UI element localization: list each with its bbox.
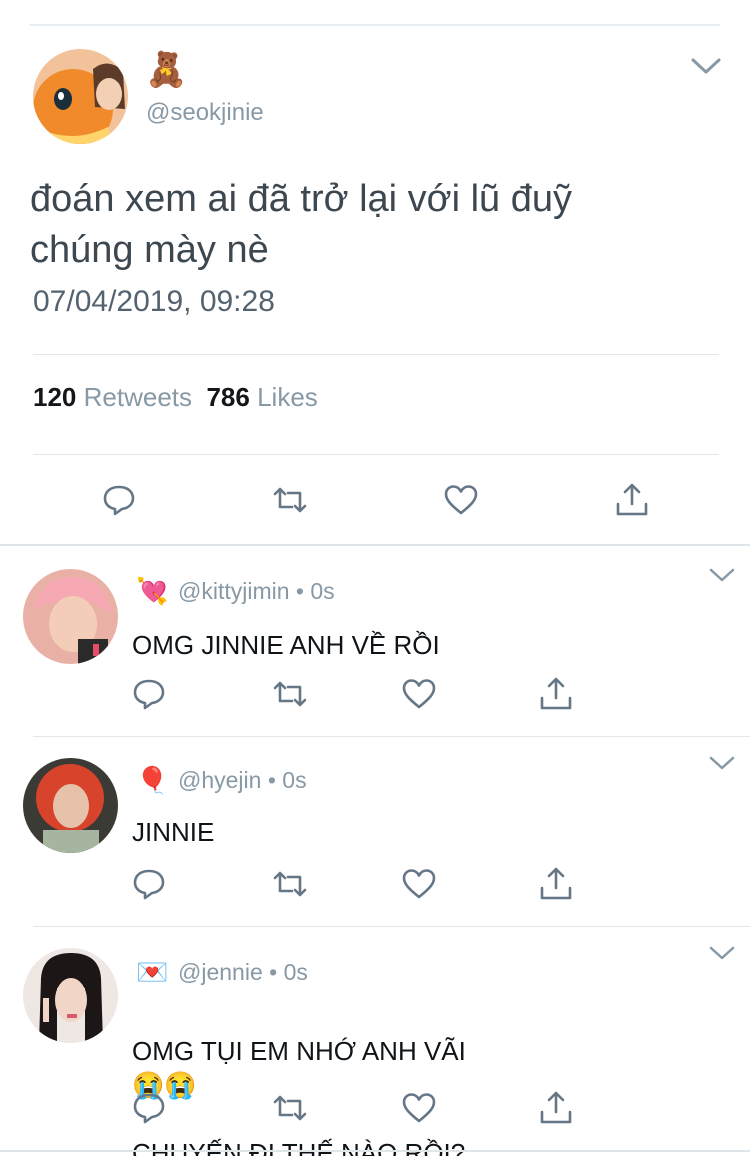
username-handle[interactable]: @kittyjimin <box>178 578 290 605</box>
chevron-down-icon[interactable] <box>690 55 722 77</box>
reply-text-line: CHUYẾN ĐI THẾ NÀO RỒI? <box>132 1138 466 1156</box>
chevron-down-icon[interactable] <box>708 566 736 584</box>
divider <box>33 926 750 927</box>
reply-icon[interactable] <box>131 1090 167 1126</box>
like-icon[interactable] <box>401 866 437 902</box>
tweet-timestamp: 07/04/2019, 09:28 <box>33 285 275 318</box>
like-count[interactable]: 786 <box>206 382 249 412</box>
section-divider <box>0 544 750 546</box>
reply-time: 0s <box>310 577 335 604</box>
reply-meta: 💘 @kittyjimin • 0s <box>136 576 335 606</box>
bottom-divider <box>0 1150 750 1152</box>
reply-icon[interactable] <box>101 482 137 518</box>
like-icon[interactable] <box>401 676 437 712</box>
username-handle[interactable]: @seokjinie <box>146 99 264 127</box>
like-icon[interactable] <box>443 482 479 518</box>
display-name-emoji: 🧸 <box>145 51 188 89</box>
avatar[interactable] <box>23 758 118 853</box>
reply-text-line: OMG TỤI EM NHỚ ANH VÃI <box>132 1036 466 1066</box>
reply-time: 0s <box>283 958 308 985</box>
tweet-stats: 120 Retweets 786 Likes <box>33 382 318 413</box>
separator: • <box>295 577 304 604</box>
retweet-icon[interactable] <box>272 676 308 712</box>
reply-emoji: 💌 <box>136 957 169 987</box>
reply-text: JINNIE <box>132 817 215 847</box>
separator: • <box>267 766 276 793</box>
divider <box>33 736 750 737</box>
like-label[interactable]: Likes <box>257 382 318 412</box>
tweet-text: đoán xem ai đã trở lại với lũ đuỹ chúng … <box>30 178 572 271</box>
reply-text: OMG JINNIE ANH VỀ RỒI <box>132 630 440 660</box>
share-icon[interactable] <box>538 866 574 902</box>
avatar[interactable] <box>23 569 118 664</box>
chevron-down-icon[interactable] <box>708 754 736 772</box>
share-icon[interactable] <box>538 1090 574 1126</box>
share-icon[interactable] <box>538 676 574 712</box>
reply-meta: 💌 @jennie • 0s <box>136 957 308 987</box>
username-handle[interactable]: @jennie <box>178 959 263 986</box>
retweet-icon[interactable] <box>272 1090 308 1126</box>
retweet-count[interactable]: 120 <box>33 382 76 412</box>
reply-emoji: 🎈 <box>136 765 169 795</box>
share-icon[interactable] <box>614 482 650 518</box>
reply-text: OMG TỤI EM NHỚ ANH VÃI 😭😭 CHUYẾN ĐI THẾ … <box>132 1000 692 1156</box>
username-handle[interactable]: @hyejin <box>178 767 261 794</box>
reply-meta: 🎈 @hyejin • 0s <box>136 765 307 795</box>
reply-emoji: 💘 <box>136 576 169 606</box>
retweet-icon[interactable] <box>272 482 308 518</box>
reply-time: 0s <box>282 766 307 793</box>
retweet-icon[interactable] <box>272 866 308 902</box>
separator: • <box>269 958 278 985</box>
retweet-label[interactable]: Retweets <box>84 382 192 412</box>
avatar[interactable] <box>33 49 128 144</box>
top-divider <box>30 24 720 26</box>
divider <box>33 354 719 355</box>
divider <box>33 454 719 455</box>
avatar[interactable] <box>23 948 118 1043</box>
chevron-down-icon[interactable] <box>708 944 736 962</box>
like-icon[interactable] <box>401 1090 437 1126</box>
reply-icon[interactable] <box>131 676 167 712</box>
reply-icon[interactable] <box>131 866 167 902</box>
